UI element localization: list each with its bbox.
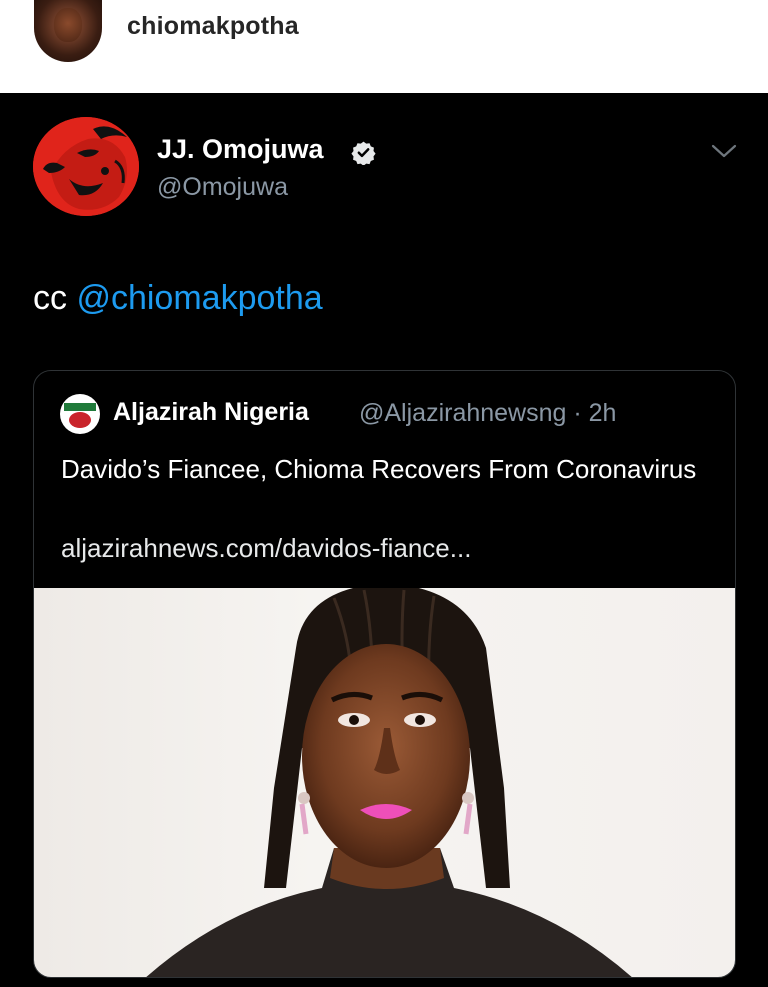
instagram-username[interactable]: chiomakpotha [127, 12, 299, 41]
tweet-author-name[interactable]: JJ. Omojuwa [157, 134, 324, 165]
chevron-down-icon[interactable] [709, 141, 739, 161]
tweet-author-avatar[interactable] [33, 117, 139, 216]
quoted-tweet-author-name[interactable]: Aljazirah Nigeria [113, 398, 309, 427]
tweet-body-text: cc @chiomakpotha [33, 279, 323, 318]
quoted-tweet-link[interactable]: aljazirahnews.com/davidos-fiance... [61, 533, 471, 564]
tweet-card: JJ. Omojuwa @Omojuwa cc @chiomakpotha Al… [0, 93, 768, 987]
quoted-tweet-headline: Davido’s Fiancee, Chioma Recovers From C… [61, 454, 697, 484]
quoted-tweet-photo[interactable] [34, 588, 735, 977]
quoted-tweet-card[interactable]: Aljazirah Nigeria @Aljazirahnewsng · 2h … [33, 370, 736, 978]
quoted-tweet-avatar[interactable] [60, 394, 100, 434]
tweet-author-handle[interactable]: @Omojuwa [157, 173, 288, 202]
verified-badge-icon [351, 141, 376, 165]
mention-link[interactable]: @chiomakpotha [76, 279, 322, 317]
instagram-profile-avatar[interactable] [34, 0, 102, 62]
instagram-header: chiomakpotha [0, 0, 768, 93]
tweet-text-prefix: cc [33, 279, 77, 317]
quoted-tweet-handle-time[interactable]: @Aljazirahnewsng · 2h [359, 399, 616, 428]
